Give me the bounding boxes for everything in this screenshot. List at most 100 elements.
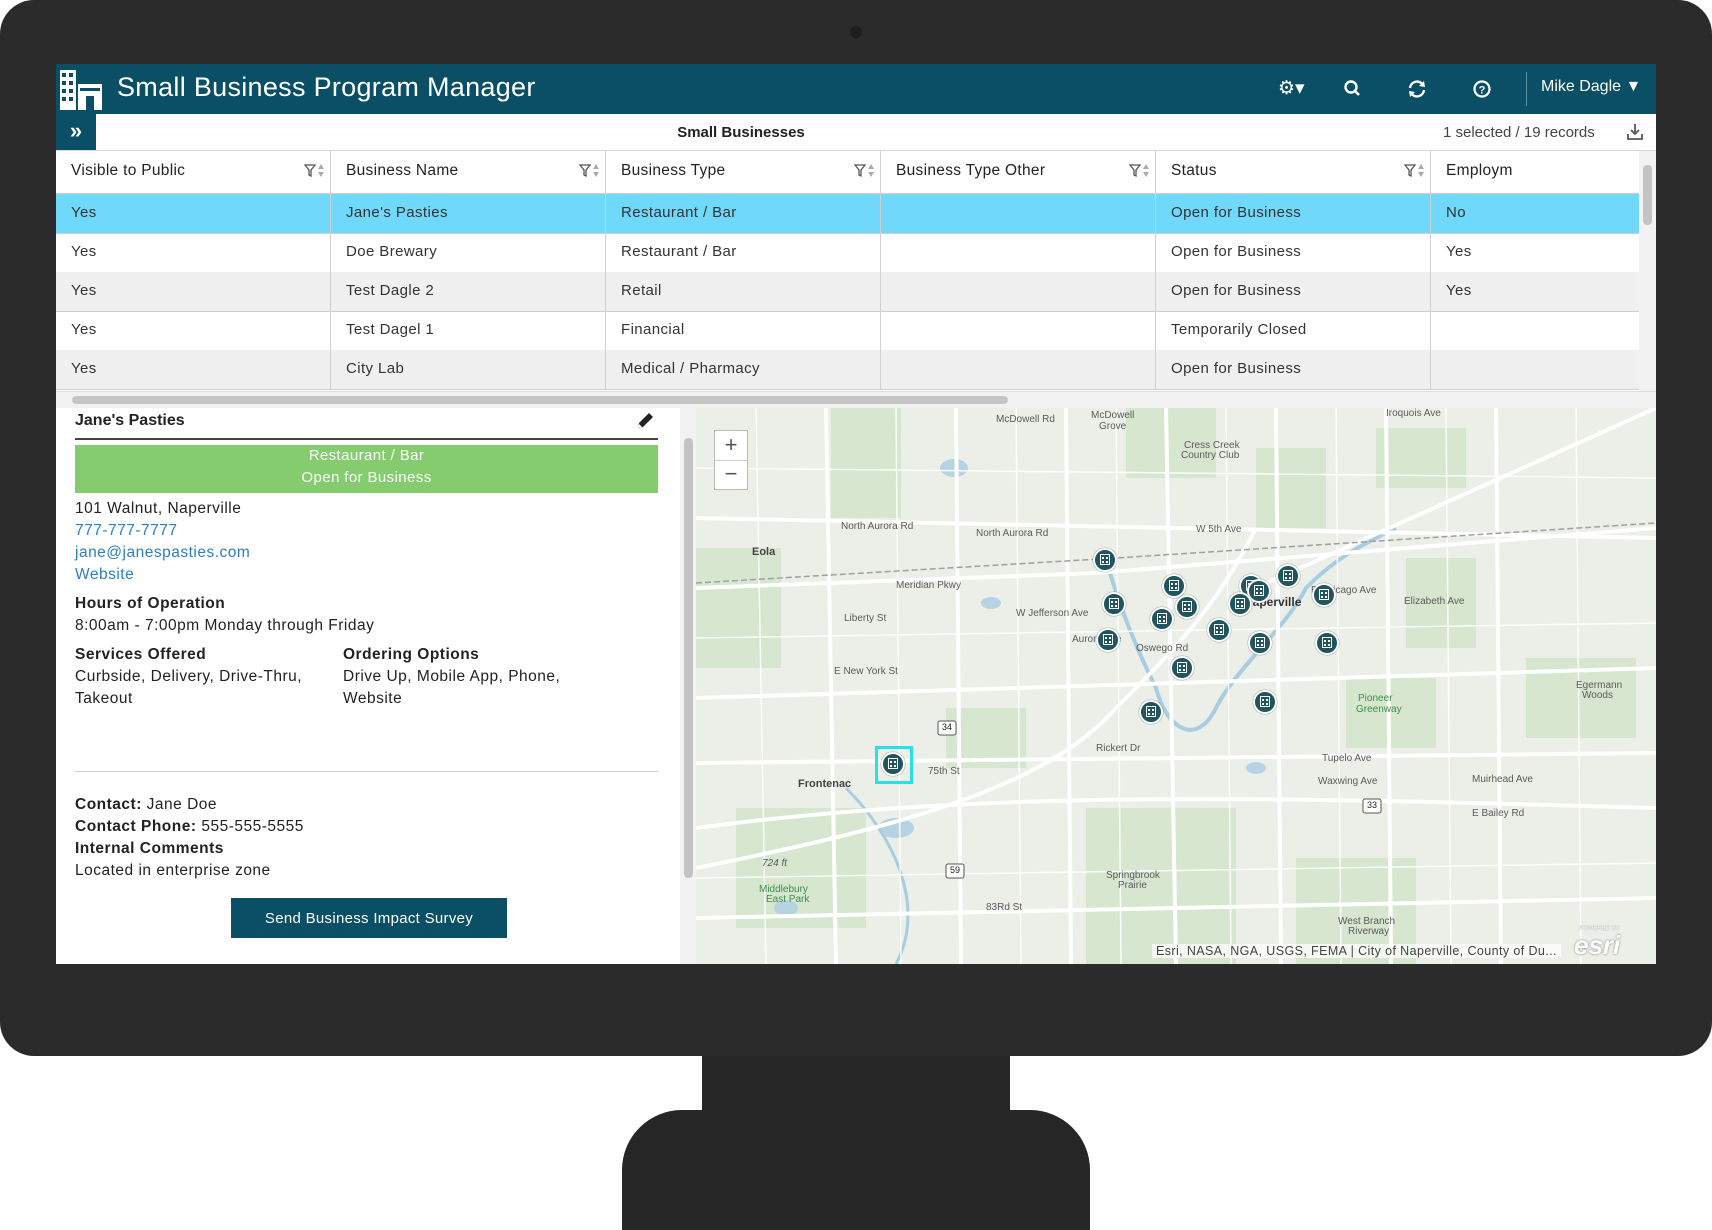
cell-employment: Yes [1446,243,1472,260]
business-pin[interactable] [1315,631,1339,655]
business-pin[interactable] [1139,700,1163,724]
cell-visible: Yes [56,272,331,311]
column-header-type-other[interactable]: Business Type Other [881,151,1156,193]
type-status-badge: Restaurant / Bar Open for Business [75,445,658,493]
table-row[interactable]: Yes Doe Brewary Restaurant / Bar Open for B… [56,233,1639,273]
cell-status: Temporarily Closed [1156,311,1431,350]
cell-status: Open for Business [1156,194,1431,233]
cell-business-name: Test Dagle 2 [331,272,606,311]
app-header: Small Business Program Manager ⚙▾ ? Mike… [56,64,1656,114]
business-website-link[interactable]: Website [75,566,134,584]
table-toolbar: » Small Businesses 1 selected / 19 recor… [56,114,1656,151]
settings-gear-icon[interactable]: ⚙▾ [1278,76,1305,102]
cell-type-other [881,272,1156,311]
search-icon[interactable] [1340,76,1366,102]
business-pin[interactable] [1102,592,1126,616]
map-label: Waxwing Ave [1318,776,1378,787]
app-title: Small Business Program Manager [117,72,536,102]
filter-sort-icon[interactable] [579,162,601,180]
map-label: McDowell [1091,410,1135,421]
scroll-thumb[interactable] [1643,165,1652,225]
column-label: Business Type Other [896,162,1046,179]
filter-sort-icon[interactable] [1404,162,1426,180]
cell-status: Open for Business [1156,350,1431,389]
business-pin[interactable] [1175,595,1199,619]
map-label: E Bailey Rd [1472,808,1525,819]
column-label: Business Name [346,162,459,179]
business-pin[interactable] [1248,631,1272,655]
table-row[interactable]: Yes City Lab Medical / Pharmacy Open for Bu… [56,350,1639,390]
table-vertical-scrollbar[interactable] [1639,151,1656,391]
map-label: W 5th Ave [1196,524,1242,535]
header-divider [1526,72,1527,106]
column-header-type[interactable]: Business Type [606,151,881,193]
send-survey-button[interactable]: Send Business Impact Survey [231,898,507,938]
map-label: Meridian Pkwy [896,580,962,591]
map-label: Oswego Rd [1136,643,1189,654]
cell-status: Open for Business [1156,272,1431,311]
cell-status: Open for Business [1156,233,1431,272]
business-pin[interactable] [1096,628,1120,652]
column-header-employment[interactable]: Employm [1431,151,1639,193]
column-header-visible[interactable]: Visible to Public [56,151,331,193]
business-pin[interactable] [1093,548,1117,572]
contact-line: Contact: Jane Doe [75,796,217,814]
heading-underline [75,438,658,440]
services-label: Services Offered [75,646,207,663]
cell-visible: Yes [56,311,331,350]
cell-visible: Yes [56,233,331,272]
table-horizontal-scrollbar[interactable] [56,391,1656,408]
business-pin[interactable] [1312,583,1336,607]
column-header-name[interactable]: Business Name [331,151,606,193]
filter-sort-icon[interactable] [304,162,326,180]
table-row[interactable]: Yes Test Dagle 2 Retail Open for Business Ye… [56,272,1639,312]
scroll-thumb[interactable] [72,396,1008,404]
map-label: Grove [1099,421,1127,432]
business-pin[interactable] [1253,690,1277,714]
services-value-cont: Takeout [75,690,133,707]
business-pin[interactable] [1276,564,1300,588]
map-label: North Aurora Rd [841,521,914,532]
table-row[interactable]: Yes Jane's Pasties Restaurant / Bar Open fo… [56,194,1639,234]
filter-sort-icon[interactable] [1129,162,1151,180]
zoom-in-button[interactable]: + [715,431,747,461]
detail-scrollbar[interactable] [680,408,696,964]
table-row[interactable]: Yes Test Dagel 1 Financial Temporarily Clos… [56,311,1639,351]
filter-sort-icon[interactable] [854,162,876,180]
cell-business-name: Test Dagel 1 [331,311,606,350]
cell-business-type: Financial [606,311,881,350]
contact-label: Contact: [75,796,142,813]
business-pin[interactable] [1150,607,1174,631]
column-label: Employm [1446,162,1513,179]
map-attribution: Esri, NASA, NGA, USGS, FEMA | City of Na… [1152,944,1561,958]
business-pin[interactable] [1207,618,1231,642]
business-phone-link[interactable]: 777-777-7777 [75,522,178,540]
cell-business-type: Restaurant / Bar [606,194,881,233]
map-view[interactable]: 34 59 33 McDowell Rd McDowell Grove Cres… [696,408,1656,964]
cell-employment: Yes [1446,282,1472,299]
selected-business-pin[interactable] [881,752,905,776]
map-label: W Jefferson Ave [1016,608,1089,619]
business-email-link[interactable]: jane@janespasties.com [75,544,250,562]
refresh-icon[interactable] [1404,76,1430,102]
badge-type: Restaurant / Bar [308,447,425,464]
zoom-out-button[interactable]: − [715,460,747,489]
map-label: Liberty St [844,613,887,624]
map-label: Tupelo Ave [1322,753,1372,764]
map-label: Elizabeth Ave [1404,596,1465,607]
map-label: Prairie [1118,880,1147,891]
user-menu[interactable]: Mike Dagle ▼ [1541,78,1641,96]
map-basemap [696,408,1656,964]
business-pin[interactable] [1162,574,1186,598]
business-pin[interactable] [1228,592,1252,616]
help-icon[interactable]: ? [1469,76,1495,102]
download-icon[interactable] [1626,122,1644,142]
map-label: 75th St [928,766,960,777]
edit-pencil-icon[interactable] [634,410,656,432]
business-address: 101 Walnut, Naperville [75,500,242,517]
business-pin[interactable] [1170,656,1194,680]
column-header-status[interactable]: Status [1156,151,1431,193]
cell-visible: Yes [56,194,331,233]
hours-label: Hours of Operation [75,595,226,612]
scroll-thumb[interactable] [684,438,693,878]
